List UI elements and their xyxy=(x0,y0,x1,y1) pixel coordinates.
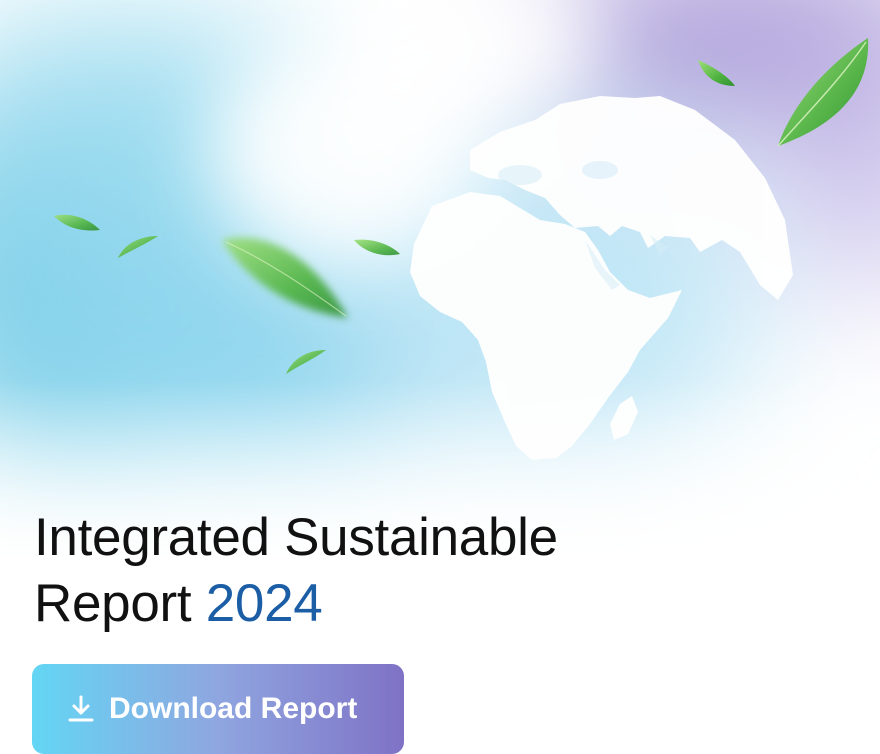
download-icon xyxy=(66,694,96,724)
title-report-word: Report xyxy=(34,574,192,633)
hero-banner: Integrated Sustainable Report 2024 Downl… xyxy=(0,0,880,754)
page-title: Integrated Sustainable Report 2024 xyxy=(34,505,558,637)
title-year: 2024 xyxy=(205,574,323,633)
hero-background xyxy=(0,0,880,754)
download-report-button[interactable]: Download Report xyxy=(32,664,404,754)
download-report-label: Download Report xyxy=(109,692,358,725)
title-line-1: Integrated Sustainable xyxy=(34,508,558,567)
title-line-2: Report 2024 xyxy=(34,571,558,637)
